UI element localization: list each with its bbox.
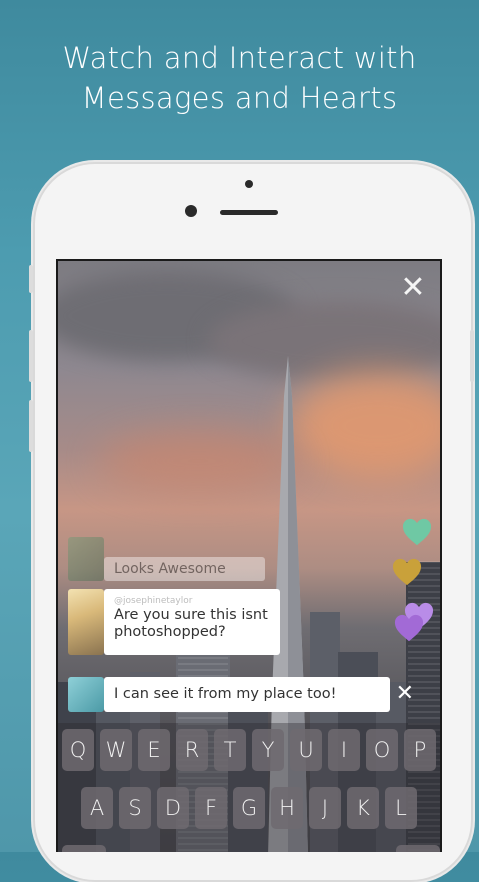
key-l[interactable]: L [385, 787, 417, 829]
key-y[interactable]: Y [252, 729, 284, 771]
key-j[interactable]: J [309, 787, 341, 829]
key-e[interactable]: E [138, 729, 170, 771]
key-d[interactable]: D [157, 787, 189, 829]
power-button [470, 330, 474, 382]
headline-line-2: Messages and Hearts [81, 81, 398, 115]
key-u[interactable]: U [290, 729, 322, 771]
comment-bubble: @josephinetaylor Are you sure this isnt … [104, 589, 280, 655]
live-video-screen: ✕ Looks Awesome @josephinetaylor Are you… [56, 259, 442, 852]
key-q[interactable]: Q [62, 729, 94, 771]
close-icon[interactable]: ✕ [396, 683, 414, 705]
comment-input[interactable]: I can see it from my place too! [104, 677, 390, 712]
key-blank[interactable] [62, 845, 106, 852]
key-i[interactable]: I [328, 729, 360, 771]
key-blank[interactable] [396, 845, 440, 852]
key-s[interactable]: S [119, 787, 151, 829]
key-w[interactable]: W [100, 729, 132, 771]
keyboard: QWERTYUIOP ASDFGHJKL [58, 723, 440, 852]
key-t[interactable]: T [214, 729, 246, 771]
heart-icon [394, 614, 424, 642]
key-h[interactable]: H [271, 787, 303, 829]
heart-icon [392, 558, 422, 586]
mute-switch [29, 265, 33, 293]
avatar [68, 537, 104, 581]
comment-text-line-1: Are you sure this isnt [114, 607, 268, 623]
key-g[interactable]: G [233, 787, 265, 829]
comment-text-line-2: photoshopped? [114, 624, 226, 640]
key-p[interactable]: P [404, 729, 436, 771]
volume-up-button [29, 330, 33, 382]
earpiece-speaker [220, 210, 278, 215]
key-r[interactable]: R [176, 729, 208, 771]
key-f[interactable]: F [195, 787, 227, 829]
volume-down-button [29, 400, 33, 452]
comment-username: @josephinetaylor [114, 596, 193, 606]
key-k[interactable]: K [347, 787, 379, 829]
proximity-sensor [245, 180, 253, 188]
promo-headline: Watch and Interact with Messages and Hea… [0, 38, 479, 118]
comment-composer: I can see it from my place too! ✕ [68, 677, 434, 715]
faded-comment-text: Looks Awesome [104, 557, 265, 581]
key-a[interactable]: A [81, 787, 113, 829]
front-camera [185, 205, 197, 217]
close-icon[interactable]: ✕ [400, 273, 426, 303]
avatar [68, 589, 104, 655]
headline-line-1: Watch and Interact with [62, 41, 417, 75]
avatar [68, 677, 104, 712]
heart-icon [402, 518, 432, 546]
key-o[interactable]: O [366, 729, 398, 771]
cloud [208, 301, 440, 381]
